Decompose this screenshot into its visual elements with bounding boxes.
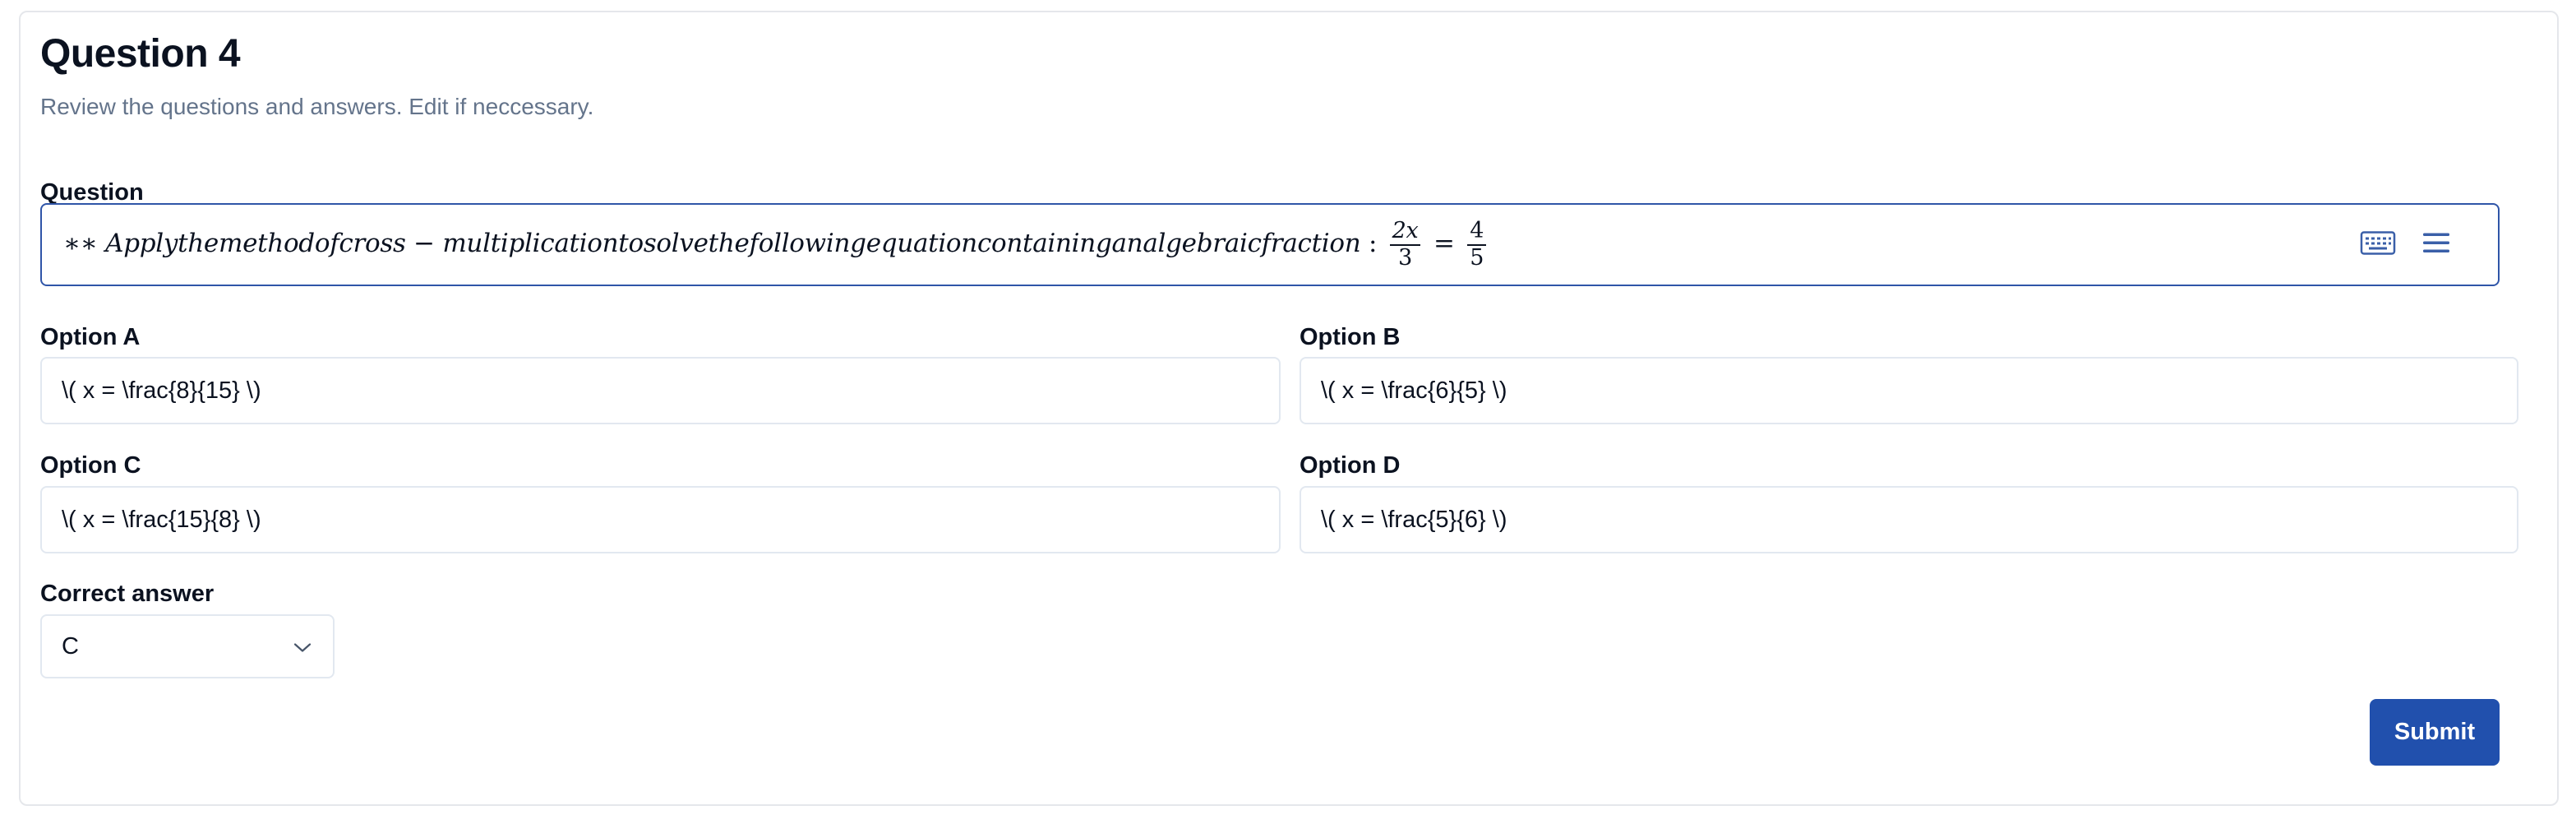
question-field-toolbar <box>2360 230 2450 259</box>
fraction-left-denominator: 3 <box>1398 244 1413 271</box>
correct-answer-value: C <box>62 632 79 660</box>
submit-button[interactable]: Submit <box>2370 699 2500 766</box>
correct-answer-label: Correct answer <box>40 581 215 607</box>
fraction-left-numerator: 2x <box>1389 219 1421 246</box>
option-c-label: Option C <box>40 452 141 479</box>
menu-icon[interactable] <box>2422 230 2450 259</box>
correct-answer-select[interactable]: C <box>40 614 335 678</box>
fraction-right-denominator: 5 <box>1470 244 1484 271</box>
option-d-input[interactable]: \( x = \frac{5}{6} \) <box>1300 486 2518 553</box>
fraction-left: 2x 3 <box>1389 219 1421 271</box>
option-b-label: Option B <box>1300 324 1401 350</box>
fraction-right: 4 5 <box>1467 219 1487 271</box>
option-a-input[interactable]: \( x = \frac{8}{15} \) <box>40 357 1281 424</box>
question-text: Applythemethodofcross − multiplicationto… <box>105 229 1361 258</box>
option-a-label: Option A <box>40 324 141 350</box>
chevron-down-icon <box>293 633 312 660</box>
question-colon: : <box>1368 229 1378 258</box>
question-prefix: ∗∗ <box>63 229 98 258</box>
keyboard-icon[interactable] <box>2360 230 2396 259</box>
equals-sign: = <box>1433 229 1455 258</box>
option-c-input[interactable]: \( x = \frac{15}{8} \) <box>40 486 1281 553</box>
option-b-input[interactable]: \( x = \frac{6}{5} \) <box>1300 357 2518 424</box>
option-d-label: Option D <box>1300 452 1401 479</box>
question-math-content: ∗∗ Applythemethodofcross − multiplicatio… <box>63 219 1491 271</box>
question-math-field[interactable]: ∗∗ Applythemethodofcross − multiplicatio… <box>40 203 2500 286</box>
page-subtitle: Review the questions and answers. Edit i… <box>40 94 594 119</box>
fraction-right-numerator: 4 <box>1467 219 1487 246</box>
page-title: Question 4 <box>40 32 241 76</box>
